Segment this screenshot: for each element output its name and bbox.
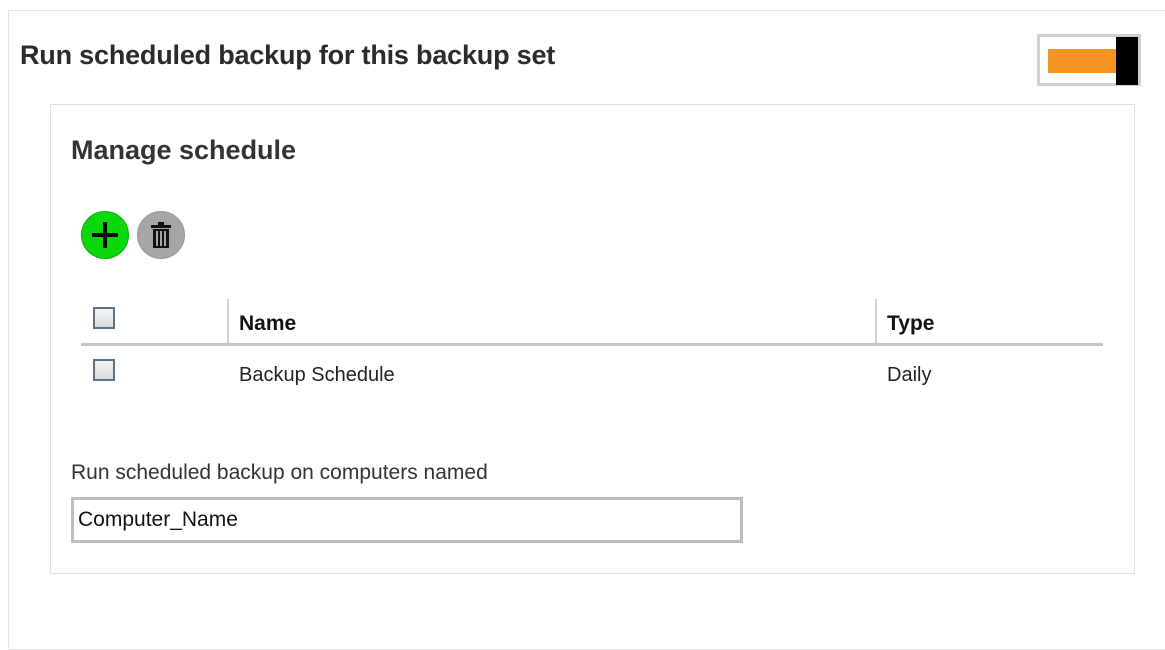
computers-field-label: Run scheduled backup on computers named	[71, 461, 488, 484]
delete-schedule-button[interactable]	[137, 211, 185, 259]
column-header-type[interactable]: Type	[887, 312, 934, 336]
manage-schedule-title: Manage schedule	[71, 135, 297, 165]
column-header-name[interactable]: Name	[239, 312, 296, 336]
schedule-name-cell: Backup Schedule	[239, 364, 395, 386]
section-title: Run scheduled backup for this backup set	[20, 40, 556, 70]
select-all-checkbox[interactable]	[93, 307, 115, 329]
column-separator	[227, 299, 229, 343]
scheduled-backup-toggle[interactable]	[1037, 34, 1141, 86]
plus-icon	[92, 222, 118, 248]
column-separator	[875, 299, 877, 343]
manage-schedule-panel: Manage schedule Name Type Backup Schedul…	[50, 104, 1135, 574]
trash-icon	[151, 222, 171, 248]
row-checkbox[interactable]	[93, 359, 115, 381]
computer-name-input[interactable]	[71, 497, 743, 543]
toggle-knob[interactable]	[1116, 37, 1138, 85]
schedule-type-cell: Daily	[887, 364, 932, 386]
add-schedule-button[interactable]	[81, 211, 129, 259]
toggle-on-indicator	[1048, 49, 1120, 73]
table-header-divider	[81, 343, 1103, 346]
